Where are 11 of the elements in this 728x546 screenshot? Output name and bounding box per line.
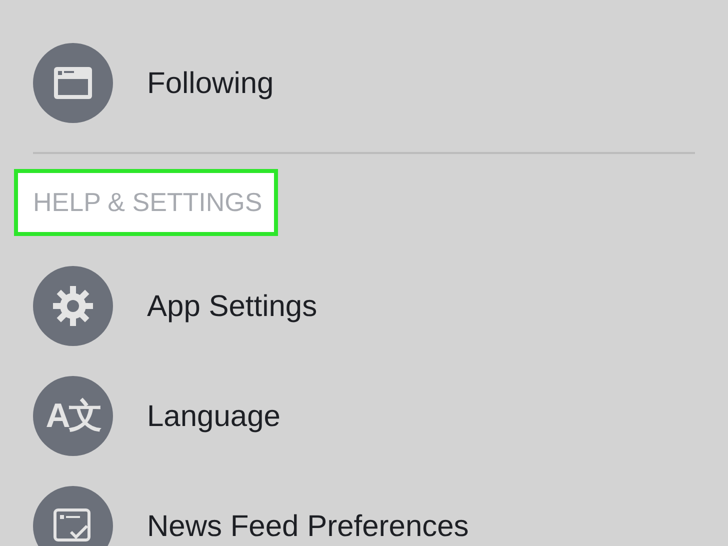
settings-icon <box>53 286 93 326</box>
menu-item-label[interactable]: Following <box>147 66 274 100</box>
icon-circle[interactable] <box>33 486 113 546</box>
translate-icon: A文 <box>46 393 100 439</box>
menu-item-label[interactable]: App Settings <box>147 290 318 322</box>
icon-circle[interactable]: A文 <box>33 376 113 456</box>
browser-window-icon <box>54 67 92 99</box>
checklist-icon <box>53 508 93 544</box>
menu-item-label[interactable]: Language <box>147 400 280 432</box>
section-header: HELP & SETTINGS <box>14 169 278 236</box>
menu-item-label[interactable]: News Feed Preferences <box>147 510 469 542</box>
